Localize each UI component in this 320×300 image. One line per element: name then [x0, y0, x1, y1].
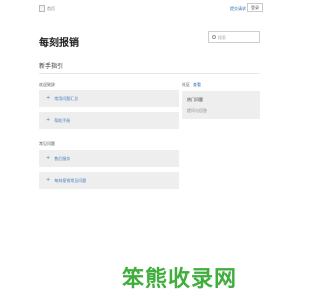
logo-link[interactable]: 首页 — [39, 5, 55, 12]
section-label-faq: 常见问题 — [39, 141, 55, 146]
plus-icon: + — [46, 155, 51, 161]
category-card-label: 每刻报销常见问题 — [54, 177, 87, 183]
divider — [39, 73, 260, 74]
submit-request-link[interactable]: 提交请求 — [230, 6, 246, 12]
community-item[interactable]: 热门问题 — [187, 97, 203, 103]
category-card-label: 常用问题汇总 — [54, 95, 79, 101]
search-icon — [212, 35, 216, 39]
category-card[interactable]: + 常用问题汇总 — [39, 90, 179, 107]
category-card[interactable]: + 售后服务 — [39, 150, 179, 167]
plus-icon: + — [46, 117, 51, 123]
plus-icon: + — [46, 177, 51, 183]
community-heading: 社区 查看 — [182, 82, 201, 88]
category-card[interactable]: + 帮助手册 — [39, 112, 179, 129]
logo-alt-text: 首页 — [47, 5, 55, 11]
section-heading: 新手指引 — [39, 63, 64, 70]
search-box[interactable] — [208, 31, 260, 43]
page-title: 每刻报销 — [39, 38, 79, 49]
login-button[interactable]: 登录 — [247, 3, 263, 12]
search-input[interactable] — [218, 33, 258, 41]
top-bar: 首页 提交请求 登录 — [0, 0, 300, 24]
community-item[interactable]: 提问与回答 — [187, 108, 207, 114]
category-card-label: 售后服务 — [54, 155, 71, 161]
community-panel: 热门问题 提问与回答 — [182, 91, 260, 119]
category-card[interactable]: + 每刻报销常见问题 — [39, 172, 179, 189]
broken-image-icon — [39, 5, 45, 12]
section-label-welcome: 欢迎致辞 — [39, 82, 55, 87]
watermark-text: 笨熊收录网 — [122, 267, 238, 292]
category-card-label: 帮助手册 — [54, 117, 71, 123]
community-more-link[interactable]: 查看 — [193, 82, 201, 87]
community-title: 社区 — [182, 82, 190, 87]
plus-icon: + — [46, 95, 51, 101]
